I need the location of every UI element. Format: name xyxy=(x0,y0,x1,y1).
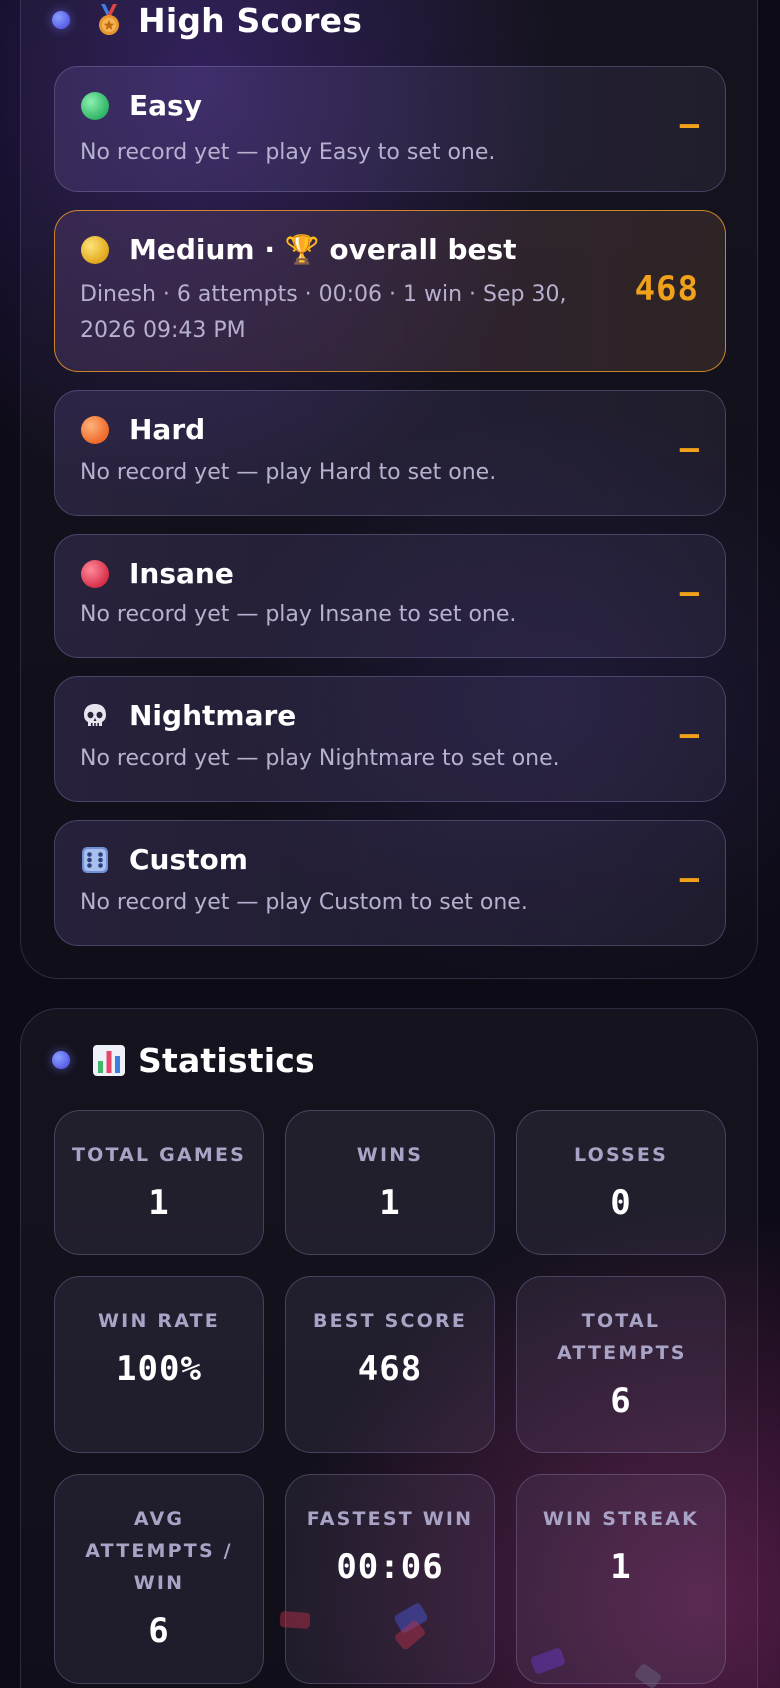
statistics-title: Statistics xyxy=(138,1040,315,1080)
score-card-title: Custom xyxy=(129,843,248,876)
stat-tile-avg-attempts: AVG ATTEMPTS / WIN 6 xyxy=(54,1474,264,1684)
score-card-subtitle: No record yet — play Nightmare to set on… xyxy=(80,746,560,771)
score-card-title: Easy xyxy=(129,89,202,122)
high-scores-header: High Scores xyxy=(52,0,362,40)
orange-circle-icon xyxy=(81,415,109,444)
stat-value: 1 xyxy=(379,1183,401,1223)
score-card-value: — xyxy=(679,573,699,611)
stat-value: 6 xyxy=(148,1611,170,1651)
score-card-insane: Insane No record yet — play Insane to se… xyxy=(54,534,726,658)
stat-tile-wins: WINS 1 xyxy=(285,1110,495,1255)
score-card-subtitle: No record yet — play Custom to set one. xyxy=(80,890,528,915)
stat-label: FASTEST WIN xyxy=(306,1508,474,1530)
score-card-title: Medium · 🏆 overall best xyxy=(129,233,517,266)
score-card-subtitle: No record yet — play Hard to set one. xyxy=(80,460,497,485)
green-circle-icon xyxy=(81,91,109,120)
score-card-value: — xyxy=(679,859,699,897)
stat-value: 1 xyxy=(610,1547,632,1587)
score-card-custom: Custom No record yet — play Custom to se… xyxy=(54,820,726,946)
stat-label: WINS xyxy=(356,1144,424,1166)
bar-chart-icon xyxy=(92,1043,126,1077)
medal-icon xyxy=(92,3,126,37)
stat-value: 0 xyxy=(610,1183,632,1223)
score-card-value: — xyxy=(679,715,699,753)
red-circle-icon xyxy=(81,559,109,588)
stat-value: 100% xyxy=(116,1349,202,1389)
stat-value: 1 xyxy=(148,1183,170,1223)
score-card-value: 468 xyxy=(634,269,699,309)
score-card-title: Nightmare xyxy=(129,699,297,732)
skull-icon xyxy=(81,702,109,730)
stat-tile-total-attempts: TOTAL ATTEMPTS 6 xyxy=(516,1276,726,1453)
score-card-value: — xyxy=(679,105,699,143)
score-card-subtitle: No record yet — play Insane to set one. xyxy=(80,602,517,627)
yellow-circle-icon xyxy=(81,235,109,264)
score-card-subtitle-line: Dinesh · 6 attempts · 00:06 · 1 win · Se… xyxy=(80,282,567,307)
score-card-title: Insane xyxy=(129,557,234,590)
score-card-subtitle: Dinesh · 6 attempts · 00:06 · 1 win · Se… xyxy=(80,277,566,349)
stat-tile-win-rate: WIN RATE 100% xyxy=(54,1276,264,1453)
stat-label: BEST SCORE xyxy=(312,1310,468,1332)
stat-tile-losses: LOSSES 0 xyxy=(516,1110,726,1255)
high-scores-title: High Scores xyxy=(138,0,363,40)
stat-label: TOTAL ATTEMPTS xyxy=(557,1310,687,1364)
stat-label: TOTAL GAMES xyxy=(71,1144,247,1166)
score-card-subtitle-line: 2026 09:43 PM xyxy=(80,318,246,343)
score-card-title: Hard xyxy=(129,413,206,446)
stat-tile-best-score: BEST SCORE 468 xyxy=(285,1276,495,1453)
score-card-value: — xyxy=(679,429,699,467)
statistics-header: Statistics xyxy=(52,1040,315,1080)
stat-label: AVG ATTEMPTS / WIN xyxy=(85,1508,233,1594)
section-dot xyxy=(52,11,70,29)
score-card-hard: Hard No record yet — play Hard to set on… xyxy=(54,390,726,516)
section-dot xyxy=(52,1051,70,1069)
confetti-piece xyxy=(279,1610,311,1630)
score-card-easy: Easy No record yet — play Easy to set on… xyxy=(54,66,726,192)
score-card-nightmare: Nightmare No record yet — play Nightmare… xyxy=(54,676,726,802)
score-card-medium: Medium · 🏆 overall best Dinesh · 6 attem… xyxy=(54,210,726,372)
stat-value: 00:06 xyxy=(336,1547,444,1587)
stat-value: 468 xyxy=(357,1349,423,1389)
dice-icon xyxy=(81,846,109,874)
stat-tile-total-games: TOTAL GAMES 1 xyxy=(54,1110,264,1255)
stat-label: WIN STREAK xyxy=(542,1508,700,1530)
stat-tile-fastest-win: FASTEST WIN 00:06 xyxy=(285,1474,495,1684)
score-card-subtitle: No record yet — play Easy to set one. xyxy=(80,140,496,165)
stat-label: LOSSES xyxy=(574,1144,668,1166)
stat-value: 6 xyxy=(610,1381,632,1421)
stat-label: WIN RATE xyxy=(98,1310,220,1332)
